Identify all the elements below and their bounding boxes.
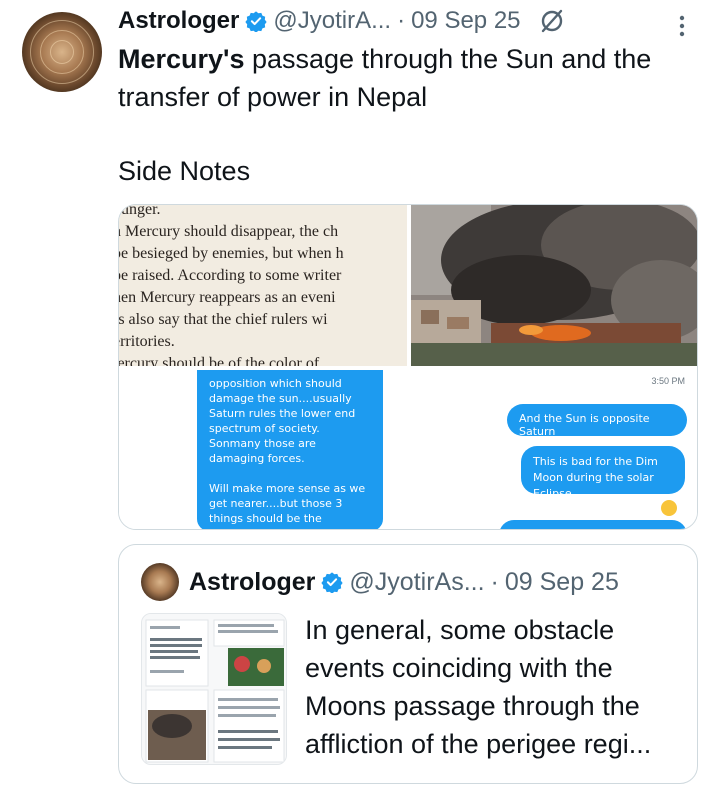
- separator-dot: ·: [397, 7, 406, 34]
- book-line: be raised. According to some writer: [119, 267, 342, 284]
- book-line: hunger.: [119, 205, 161, 218]
- author-handle[interactable]: @JyotirA...: [273, 7, 391, 35]
- quoted-thumbnail-collage: [142, 614, 286, 764]
- quoted-author-handle[interactable]: @JyotirAs...: [349, 568, 484, 597]
- side-notes-text: Side Notes: [118, 156, 251, 186]
- post-header: Astrologer @JyotirA... · 09 Sep 25: [118, 4, 565, 38]
- quoted-media-thumbnail[interactable]: [141, 613, 287, 765]
- grok-icon[interactable]: [539, 8, 565, 34]
- more-options-icon[interactable]: [678, 14, 686, 38]
- post-text-bold: Mercury's: [118, 44, 245, 74]
- chat-bubble-right-3: [499, 520, 687, 529]
- book-line: n Mercury should disappear, the ch: [119, 223, 339, 240]
- book-line: rs also say that the chief rulers wi: [119, 311, 328, 328]
- chat-left-paragraph-2: Will make more sense as we get nearer...…: [209, 482, 366, 529]
- chat-bubble-right-1: And the Sun is opposite Saturn: [507, 404, 687, 438]
- quoted-post-header: Astrologer @JyotirAs... · 09 Sep 25: [189, 563, 619, 601]
- author-name[interactable]: Astrologer: [118, 7, 239, 35]
- verified-badge-icon: [245, 11, 267, 32]
- chat-timestamp: 3:50 PM: [651, 376, 685, 386]
- media-image-fire[interactable]: [411, 205, 697, 366]
- verified-badge-icon: [321, 572, 344, 593]
- book-text: hunger. n Mercury should disappear, the …: [119, 205, 407, 366]
- quoted-author-avatar[interactable]: [141, 563, 179, 601]
- post-date[interactable]: 09 Sep 25: [411, 7, 520, 35]
- surprised-emoji-icon: [661, 500, 677, 516]
- fire-photo: [411, 205, 697, 366]
- media-image-book-page[interactable]: hunger. n Mercury should disappear, the …: [119, 205, 407, 366]
- book-line: lercury should be of the color of: [119, 355, 320, 366]
- book-line: erritories.: [119, 333, 175, 350]
- book-line: hen Mercury reappears as an eveni: [119, 289, 336, 306]
- chat-left-paragraph-1: opposition which should damage the sun..…: [209, 377, 356, 465]
- post-text: Mercury's passage through the Sun and th…: [118, 40, 698, 116]
- quoted-post-text: In general, some obstacle events coincid…: [305, 615, 652, 759]
- quoted-author-name[interactable]: Astrologer: [189, 568, 315, 597]
- media-image-chat-right[interactable]: 3:50 PM And the Sun is opposite Saturn T…: [411, 370, 697, 529]
- chat-bubble-left: opposition which should damage the sun..…: [197, 370, 383, 529]
- media-image-chat-left[interactable]: opposition which should damage the sun..…: [119, 370, 407, 529]
- book-line: pe besieged by enemies, but when h: [119, 245, 344, 262]
- quoted-post-date[interactable]: 09 Sep 25: [505, 568, 619, 597]
- media-grid: hunger. n Mercury should disappear, the …: [118, 204, 698, 530]
- chat-bubble-right-2: This is bad for the Dim Moon during the …: [521, 446, 685, 500]
- separator-dot: ·: [490, 567, 499, 596]
- author-avatar[interactable]: [22, 12, 102, 92]
- quoted-post[interactable]: Astrologer @JyotirAs... · 09 Sep 25 In g…: [118, 544, 698, 784]
